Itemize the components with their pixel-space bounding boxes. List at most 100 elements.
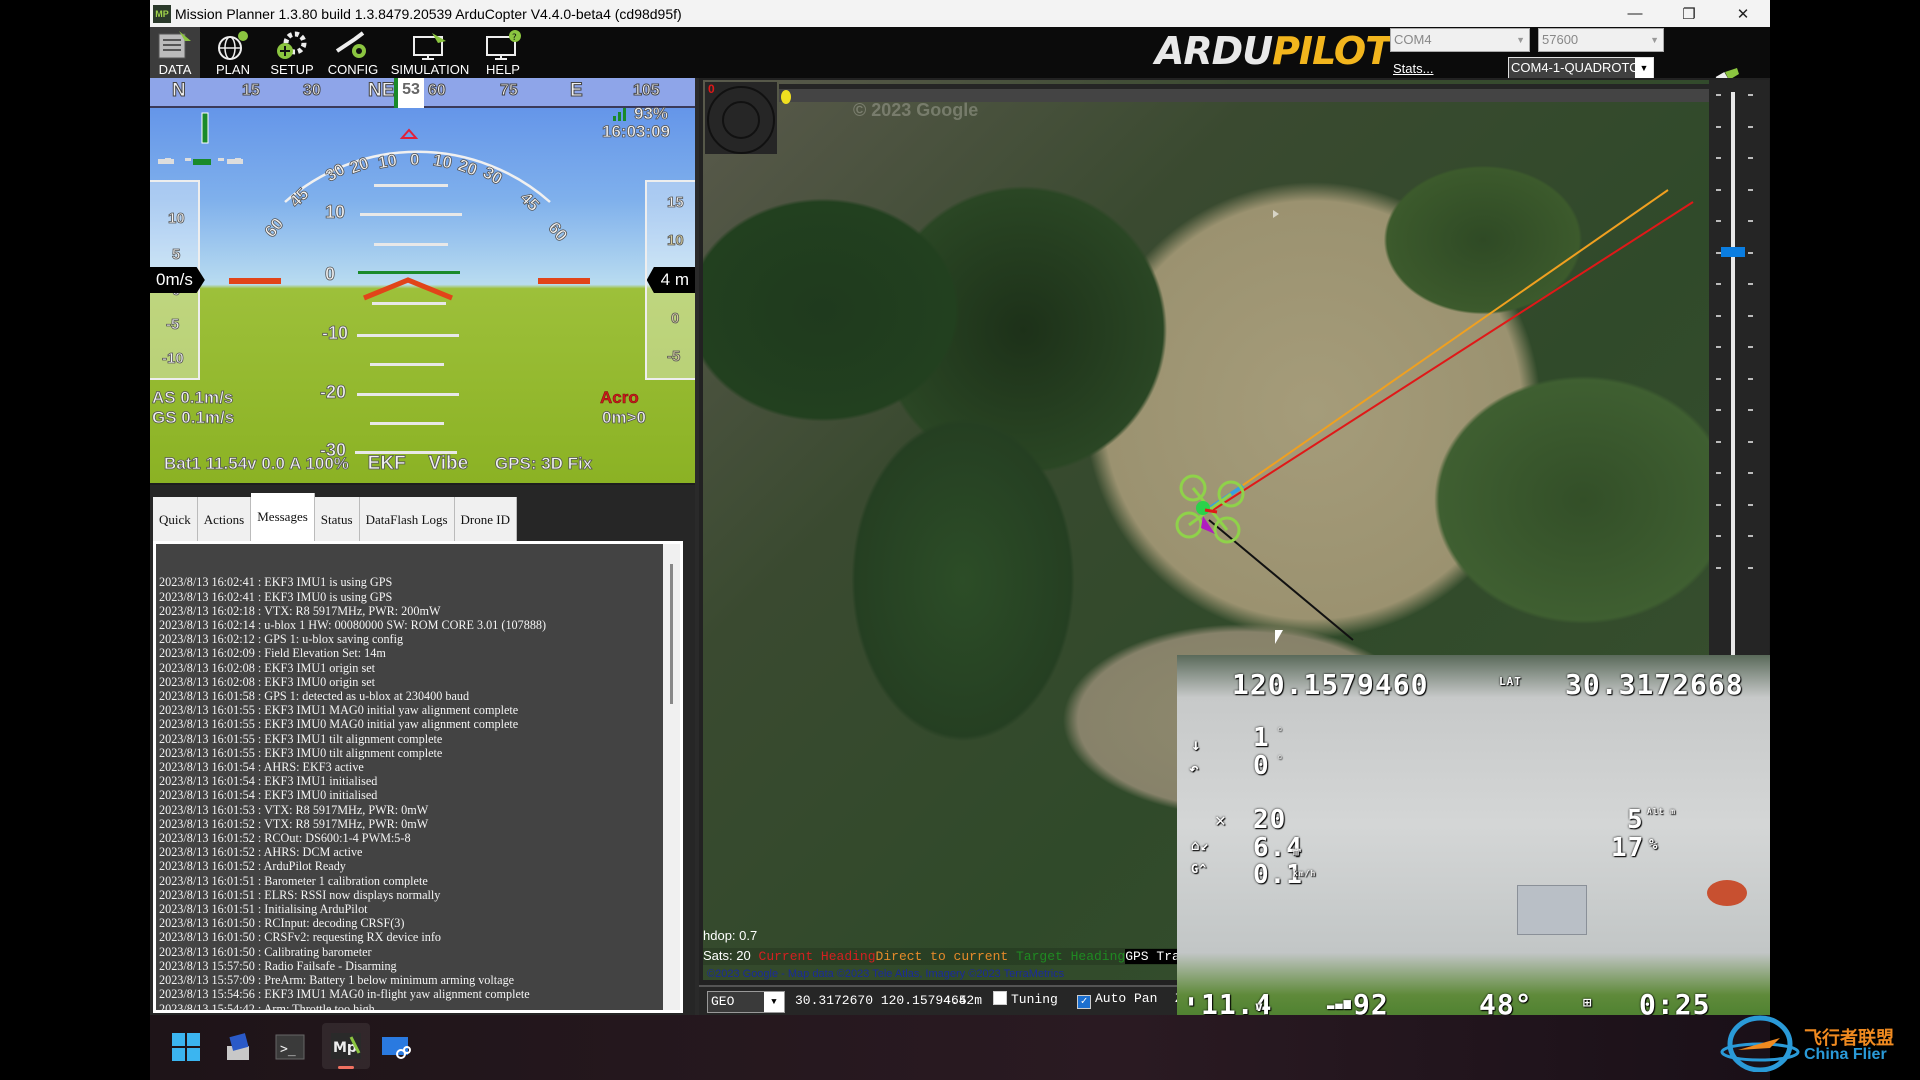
message-row: 2023/8/13 15:54:42 : Arm: Throttle too h… — [159, 1001, 375, 1013]
autopan-checkbox[interactable]: ✓ Auto Pan — [1077, 991, 1157, 1009]
osd-longitude: 120.1579460 — [1232, 668, 1429, 701]
nav-plan-label: PLAN — [216, 62, 250, 77]
tab-messages[interactable]: Messages — [251, 493, 315, 543]
active-indicator — [338, 1066, 354, 1069]
chevron-down-icon: ▼ — [1516, 35, 1525, 45]
message-row: 2023/8/13 16:01:54 : EKF3 IMU0 initialis… — [159, 788, 378, 803]
airspeed: AS 0.1m/s — [152, 388, 234, 408]
message-row: 2023/8/13 16:01:52 : VTX: R8 5917MHz, PW… — [159, 816, 429, 831]
slider-tick — [1716, 472, 1721, 474]
ekf-status[interactable]: EKF — [367, 453, 406, 475]
tab-dataflash-logs[interactable]: DataFlash Logs — [359, 497, 455, 543]
slider-tick — [1748, 409, 1753, 411]
scrollbar-thumb[interactable] — [670, 564, 673, 704]
pitch-line — [357, 334, 459, 337]
control-panel-icon[interactable] — [218, 1027, 258, 1067]
roof — [1707, 880, 1747, 906]
map-copyright: ©2023 Google - Map data ©2023 Tele Atlas… — [707, 968, 1065, 980]
slider-tick — [1716, 409, 1721, 411]
roll-arrow-icon: ↶ — [1189, 759, 1200, 778]
stats-link[interactable]: Stats... — [1393, 61, 1433, 76]
autopan-label: Auto Pan — [1095, 991, 1158, 1006]
tab-actions[interactable]: Actions — [197, 497, 252, 543]
slider-tick — [1716, 377, 1721, 380]
tuning-checkbox[interactable]: Tuning — [993, 991, 1058, 1007]
nav-setup-button[interactable]: SETUP — [267, 27, 317, 78]
pitch-line — [374, 184, 448, 187]
mission-planner-icon[interactable]: Mp — [322, 1023, 370, 1069]
nav-help-label: HELP — [486, 62, 520, 77]
slider-tick — [1716, 283, 1721, 285]
alt-tape-label: 15 — [667, 194, 684, 212]
message-row: 2023/8/13 16:01:51 : Initialising ArduPi… — [159, 902, 368, 917]
tab-quick[interactable]: Quick — [153, 497, 198, 543]
osd-throttle: 17 — [1611, 833, 1645, 863]
heading-current-value: 53 — [394, 78, 424, 108]
terminal-icon[interactable]: >_ — [270, 1027, 310, 1067]
message-row: 2023/8/13 16:01:50 : CRSFv2: requesting … — [159, 930, 441, 945]
slider-tick — [1716, 346, 1721, 348]
baud-value: 57600 — [1542, 32, 1579, 47]
baud-select[interactable]: 57600 ▼ — [1538, 28, 1664, 52]
data-icon — [158, 31, 191, 59]
pitch-line — [370, 422, 444, 425]
pitch-label: -10 — [322, 323, 349, 344]
pitch-line — [360, 213, 462, 216]
messages-list[interactable]: 2023/8/13 16:02:41 : EKF3 IMU1 is using … — [153, 541, 683, 1013]
slider-tick — [1748, 535, 1753, 537]
slider-tick — [1748, 314, 1753, 317]
slider-tick — [1748, 125, 1753, 128]
horizon-line — [358, 271, 460, 274]
china-flier-logo-icon — [1720, 1015, 1800, 1072]
tab-status[interactable]: Status — [314, 497, 360, 543]
nav-plan-button[interactable]: PLAN — [208, 27, 258, 78]
projection-select[interactable]: GEO ▼ — [707, 991, 785, 1013]
slider-thumb[interactable] — [1721, 247, 1745, 258]
slider-tick — [1716, 440, 1721, 443]
nav-config-button[interactable]: CONFIG — [325, 27, 381, 78]
nav-setup-label: SETUP — [270, 62, 314, 77]
nav-simulation-button[interactable]: SIMULATION — [390, 27, 470, 78]
link-quality: 93% — [634, 104, 669, 124]
gps-status: GPS: 3D Fix — [494, 454, 593, 474]
hud-panel[interactable]: N 15 30 NE 53 60 75 E 105 60 45 30 20 10… — [150, 78, 695, 483]
alt-tape-label: 0 — [671, 310, 680, 328]
messages-scrollbar[interactable] — [663, 544, 680, 1010]
minimize-button[interactable]: — — [1608, 0, 1662, 27]
message-row: 2023/8/13 16:01:52 : RCOut: DS600:1-4 PW… — [159, 831, 411, 846]
svg-text:>_: >_ — [280, 1042, 296, 1057]
degree-icon: ◦ — [1277, 725, 1285, 736]
check-icon[interactable]: ✓ — [1077, 995, 1091, 1009]
windows-start-icon[interactable] — [166, 1027, 206, 1067]
restore-button[interactable]: ❐ — [1662, 0, 1716, 27]
speed-tape-label: -10 — [162, 350, 184, 368]
tab-drone-id[interactable]: Drone ID — [454, 497, 518, 543]
osd-pitch: 1 — [1253, 723, 1270, 753]
video-editor-icon[interactable] — [376, 1027, 416, 1067]
pitch-label: 10 — [325, 202, 346, 223]
message-row: 2023/8/13 16:02:09 : Field Elevation Set… — [159, 646, 386, 661]
slider-tick — [1748, 377, 1753, 380]
waypoint-distance: 0m>0 — [602, 408, 647, 428]
slider-tick — [1716, 314, 1721, 317]
nav-help-button[interactable]: ? HELP — [478, 27, 528, 78]
pitch-line — [370, 363, 444, 366]
tab-bar: Quick Actions Messages Status DataFlash … — [153, 493, 518, 543]
mavlink-target-select[interactable]: COM4-1-QUADROTOR ▼ — [1508, 57, 1654, 79]
degree-icon: ◦ — [1277, 753, 1285, 764]
close-button[interactable]: ✕ — [1716, 0, 1770, 27]
compass-value: 0 — [708, 82, 715, 96]
chevron-down-icon: ▼ — [1635, 58, 1653, 78]
current-heading-line — [1212, 201, 1694, 511]
simulation-monitor-icon — [413, 33, 446, 60]
pitch-line — [357, 393, 459, 396]
direct-to-current-line — [1212, 189, 1669, 507]
tuning-check-box[interactable] — [993, 991, 1007, 1005]
vibe-status[interactable]: Vibe — [428, 453, 469, 475]
port-select[interactable]: COM4 ▼ — [1390, 28, 1530, 52]
nav-data-button[interactable]: DATA — [150, 27, 200, 78]
slider-tick — [1716, 188, 1721, 191]
data-tabs-panel: Quick Actions Messages Status DataFlash … — [150, 485, 695, 1015]
battery-icon: ▮ — [1187, 993, 1197, 1009]
message-row: 2023/8/13 16:01:50 : RCInput: decoding C… — [159, 916, 405, 931]
